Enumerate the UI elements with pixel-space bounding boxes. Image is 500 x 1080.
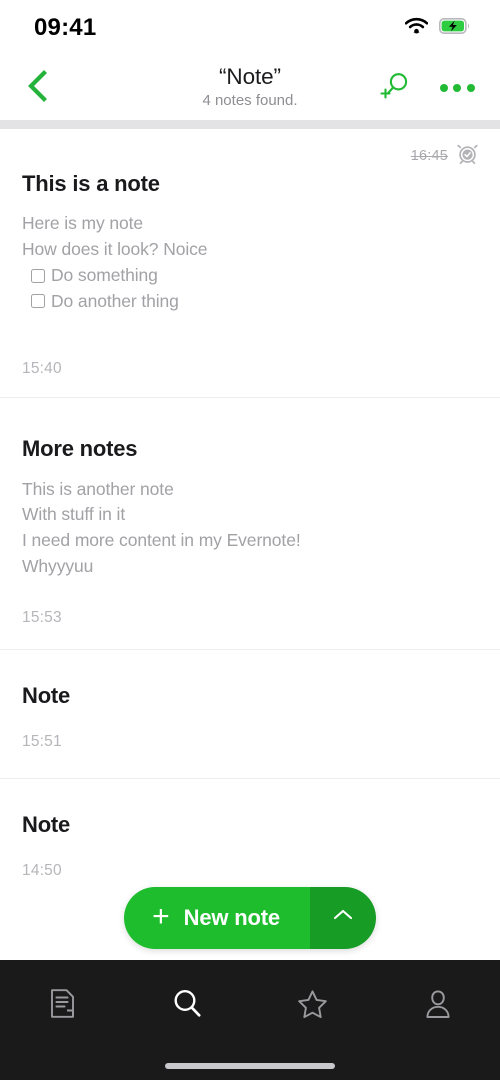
app-screen: 09:41 “Note” 4 notes found. 16:45 This i… <box>0 0 500 1080</box>
search-icon <box>172 988 203 1024</box>
note-timestamp: 15:53 <box>22 608 62 626</box>
note-todo-item: Do something <box>22 263 478 289</box>
new-note-button[interactable]: + New note <box>124 886 310 949</box>
star-icon <box>297 989 328 1024</box>
note-title: Note <box>22 811 71 837</box>
navigation-bar: “Note” 4 notes found. <box>0 56 500 120</box>
alarm-done-icon <box>457 143 478 169</box>
status-bar-time: 09:41 <box>34 14 97 41</box>
note-timestamp: 15:51 <box>22 732 62 750</box>
overflow-menu-button[interactable] <box>436 67 478 109</box>
results-count: 4 notes found. <box>202 92 298 110</box>
note-preview: This is another note With stuff in it I … <box>22 477 478 580</box>
status-bar: 09:41 <box>0 0 500 56</box>
note-preview-line: I need more content in my Evernote! <box>22 530 301 551</box>
plus-icon: + <box>152 899 170 933</box>
reminder-time: 16:45 <box>410 148 448 164</box>
more-horizontal-icon <box>439 84 475 92</box>
status-bar-indicators <box>404 17 470 39</box>
note-title: Note <box>22 682 71 708</box>
note-preview-line: How does it look? Noice <box>22 239 208 260</box>
home-indicator <box>165 1063 335 1069</box>
nav-actions <box>374 67 478 109</box>
new-note-options-button[interactable] <box>309 886 376 949</box>
page-title: “Note” <box>219 64 281 90</box>
bottom-tab-bar <box>0 960 500 1080</box>
chevron-left-icon <box>26 69 48 107</box>
note-timestamp: 15:40 <box>22 360 62 378</box>
note-todo-item: Do another thing <box>22 289 478 315</box>
save-search-button[interactable] <box>374 67 416 109</box>
tab-list <box>0 960 500 1063</box>
tab-search[interactable] <box>125 980 250 1032</box>
new-note-label: New note <box>183 904 280 930</box>
note-todo-label: Do another thing <box>51 290 179 311</box>
checkbox-unchecked-icon[interactable] <box>31 268 45 283</box>
note-list-item[interactable]: More notes This is another note With stu… <box>0 398 500 650</box>
wifi-icon <box>404 17 429 39</box>
note-list-item[interactable]: Note 15:51 <box>0 649 500 779</box>
header-divider-band <box>0 120 500 129</box>
note-preview-line: Whyyyuu <box>22 555 94 576</box>
tab-account[interactable] <box>375 980 500 1032</box>
note-preview-line: Here is my note <box>22 213 144 234</box>
note-document-icon <box>48 988 77 1024</box>
note-preview-line: This is another note <box>22 478 174 499</box>
tab-notes[interactable] <box>0 980 125 1032</box>
note-reminder: 16:45 <box>411 143 478 169</box>
note-preview-line: With stuff in it <box>22 504 126 525</box>
note-title: This is a note <box>22 171 160 196</box>
search-plus-icon <box>379 70 411 106</box>
note-timestamp: 14:50 <box>22 862 62 875</box>
note-list-item[interactable]: Note 14:50 <box>0 778 500 875</box>
back-button[interactable] <box>14 65 60 111</box>
note-preview: Here is my note How does it look? Noice … <box>22 211 478 314</box>
tab-shortcuts[interactable] <box>250 980 375 1032</box>
checkbox-unchecked-icon[interactable] <box>31 294 45 309</box>
note-list-item[interactable]: 16:45 This is a note Here is my note How… <box>0 129 500 399</box>
note-todo-label: Do something <box>51 264 158 285</box>
battery-charging-icon <box>439 17 470 39</box>
chevron-up-icon <box>331 907 355 928</box>
new-note-button-group: + New note <box>124 886 376 949</box>
note-title: More notes <box>22 436 138 462</box>
new-note-area: + New note <box>0 875 500 960</box>
note-list[interactable]: 16:45 This is a note Here is my note How… <box>0 129 500 875</box>
person-icon <box>424 989 452 1024</box>
